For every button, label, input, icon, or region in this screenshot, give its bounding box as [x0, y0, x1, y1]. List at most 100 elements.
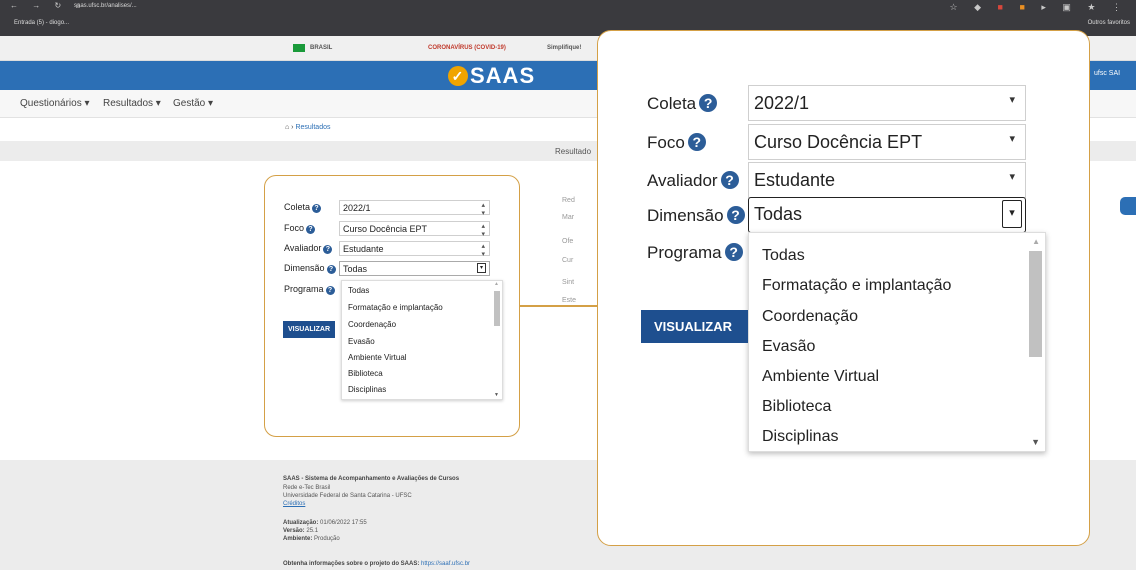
select-avaliador-value: Estudante: [343, 244, 384, 254]
footer-update: Atualização: 01/06/2022 17:55: [283, 520, 367, 526]
label-programa: Programa?: [647, 243, 743, 263]
results-title: Resultado: [555, 147, 592, 156]
chevron-down-icon: ▾: [477, 263, 486, 273]
saas-logo[interactable]: ✓ SAAS: [448, 63, 535, 89]
side-item: Red: [562, 197, 575, 204]
gov-simplifique-link[interactable]: Simplifique!: [547, 45, 581, 51]
label-dimensao: Dimensão?: [647, 206, 745, 226]
bookmark-item[interactable]: Entrada (5) - diogo...: [14, 20, 69, 26]
select-coleta[interactable]: 2022/1 ▴ ▾: [339, 200, 490, 217]
footer-more-link[interactable]: https://saaf.ufsc.br: [421, 561, 470, 567]
footer-version-label: Versão:: [283, 528, 305, 534]
dropdown-option[interactable]: Biblioteca: [348, 369, 383, 378]
scrollbar-thumb[interactable]: [494, 291, 500, 326]
footer-title: SAAS - Sistema de Acompanhamento e Avali…: [283, 476, 460, 482]
scroll-up-icon[interactable]: ▲: [1032, 237, 1040, 246]
help-icon[interactable]: ?: [306, 225, 316, 234]
dropdown-option[interactable]: Coordenação: [348, 320, 396, 329]
scroll-down-icon[interactable]: ▼: [494, 392, 499, 398]
breadcrumb-current[interactable]: Resultados: [295, 124, 330, 131]
select-dimensao[interactable]: Todas ▾: [339, 261, 490, 276]
zoom-connector-line: [519, 305, 599, 307]
scroll-up-icon[interactable]: ▲: [494, 281, 499, 287]
select-foco-value: Curso Docência EPT: [754, 132, 923, 152]
select-coleta[interactable]: 2022/1 ▾: [748, 85, 1026, 121]
gov-brasil-link[interactable]: BRASIL: [310, 45, 332, 51]
help-icon[interactable]: ?: [687, 133, 706, 151]
dropdown-option[interactable]: Ambiente Virtual: [762, 368, 879, 386]
menu-questionarios[interactable]: Questionários ▾: [20, 98, 90, 109]
side-chat-icon[interactable]: [1120, 197, 1136, 215]
label-programa-text: Programa: [284, 284, 324, 294]
dropdown-option[interactable]: Formatação e implantação: [762, 277, 951, 295]
help-icon[interactable]: ?: [720, 171, 739, 189]
address-bar[interactable]: saas.ufsc.br/analises/...: [74, 3, 137, 9]
side-item: Ofe: [562, 238, 574, 245]
chevron-down-icon: ▾: [1002, 200, 1022, 228]
footer-env: Ambiente: Produção: [283, 536, 340, 542]
help-icon[interactable]: ?: [699, 94, 718, 112]
brazil-flag-icon: [293, 44, 305, 52]
label-dimensao-text: Dimensão: [284, 263, 325, 273]
side-item: Sint: [562, 279, 575, 286]
chevron-down-icon: ▴ ▾: [481, 243, 485, 258]
label-foco: Foco?: [284, 223, 316, 234]
footer-version-value: 25.1: [306, 528, 319, 534]
header-right-text: ufsc SAI: [1094, 70, 1121, 77]
select-foco[interactable]: Curso Docência EPT ▴ ▾: [339, 221, 490, 238]
label-foco-text: Foco: [284, 223, 305, 233]
label-avaliador: Avaliador?: [647, 171, 739, 191]
label-coleta-text: Coleta: [647, 94, 697, 113]
dropdown-option[interactable]: Evasão: [348, 337, 375, 346]
extension-icons[interactable]: ☆ ◆ ■ ■ ▸ ▣ ★ ⋮: [950, 2, 1128, 13]
dropdown-option[interactable]: Coordenação: [762, 308, 858, 326]
select-dimensao-value: Todas: [754, 204, 803, 224]
dropdown-option[interactable]: Biblioteca: [762, 398, 831, 416]
side-item: Mar: [562, 214, 575, 221]
chevron-down-icon: ▴ ▾: [481, 223, 485, 238]
label-coleta: Coleta?: [647, 94, 718, 114]
chevron-down-icon: ▴ ▾: [481, 202, 485, 217]
menu-resultados[interactable]: Resultados ▾: [103, 98, 161, 109]
help-icon[interactable]: ?: [726, 206, 745, 224]
select-dimensao[interactable]: Todas ▾: [748, 197, 1026, 233]
dropdown-option[interactable]: Disciplinas: [348, 385, 386, 394]
label-foco: Foco?: [647, 133, 706, 153]
dropdown-option[interactable]: Todas: [348, 286, 369, 295]
help-icon[interactable]: ?: [724, 243, 743, 261]
footer-version: Versão: 25.1: [283, 528, 318, 534]
help-icon[interactable]: ?: [323, 245, 333, 254]
label-dimensao-text: Dimensão: [647, 206, 724, 225]
select-avaliador[interactable]: Estudante ▾: [748, 162, 1026, 198]
dropdown-option[interactable]: Formatação e implantação: [348, 303, 443, 312]
label-programa-text: Programa: [647, 243, 722, 262]
visualizar-button-zoomed[interactable]: VISUALIZAR: [641, 310, 748, 343]
footer-credits-link[interactable]: Créditos: [283, 501, 305, 507]
help-icon[interactable]: ?: [325, 286, 335, 295]
breadcrumb-home[interactable]: ⌂ ›: [285, 124, 294, 131]
footer-line2: Universidade Federal de Santa Catarina -…: [283, 493, 412, 499]
scroll-down-icon[interactable]: ▼: [1031, 437, 1040, 447]
help-icon[interactable]: ?: [312, 204, 322, 213]
dimensao-dropdown-zoomed: Todas Formatação e implantação Coordenaç…: [748, 232, 1046, 452]
footer-update-label: Atualização:: [283, 520, 319, 526]
footer-env-value: Produção: [314, 536, 340, 542]
dropdown-option[interactable]: Todas: [762, 247, 805, 265]
dropdown-option[interactable]: Evasão: [762, 338, 815, 356]
chevron-down-icon: ▾: [1009, 94, 1015, 106]
scrollbar-thumb[interactable]: [1029, 251, 1042, 357]
menu-gestao[interactable]: Gestão ▾: [173, 98, 213, 109]
bookmark-other[interactable]: Outros favoritos: [1088, 20, 1130, 26]
select-coleta-value: 2022/1: [343, 203, 371, 213]
select-avaliador[interactable]: Estudante ▴ ▾: [339, 241, 490, 258]
gov-covid-link[interactable]: CORONAVÍRUS (COVID-19): [428, 45, 506, 51]
visualizar-button-small[interactable]: VISUALIZAR: [283, 321, 335, 338]
footer-more: Obtenha informações sobre o projeto do S…: [283, 561, 470, 567]
side-item: Cur: [562, 257, 574, 264]
label-coleta: Coleta?: [284, 202, 322, 213]
dropdown-option[interactable]: Ambiente Virtual: [348, 353, 407, 362]
chevron-down-icon: ▾: [1009, 171, 1015, 183]
dropdown-option[interactable]: Disciplinas: [762, 428, 838, 446]
select-foco[interactable]: Curso Docência EPT ▾: [748, 124, 1026, 160]
help-icon[interactable]: ?: [326, 265, 336, 274]
